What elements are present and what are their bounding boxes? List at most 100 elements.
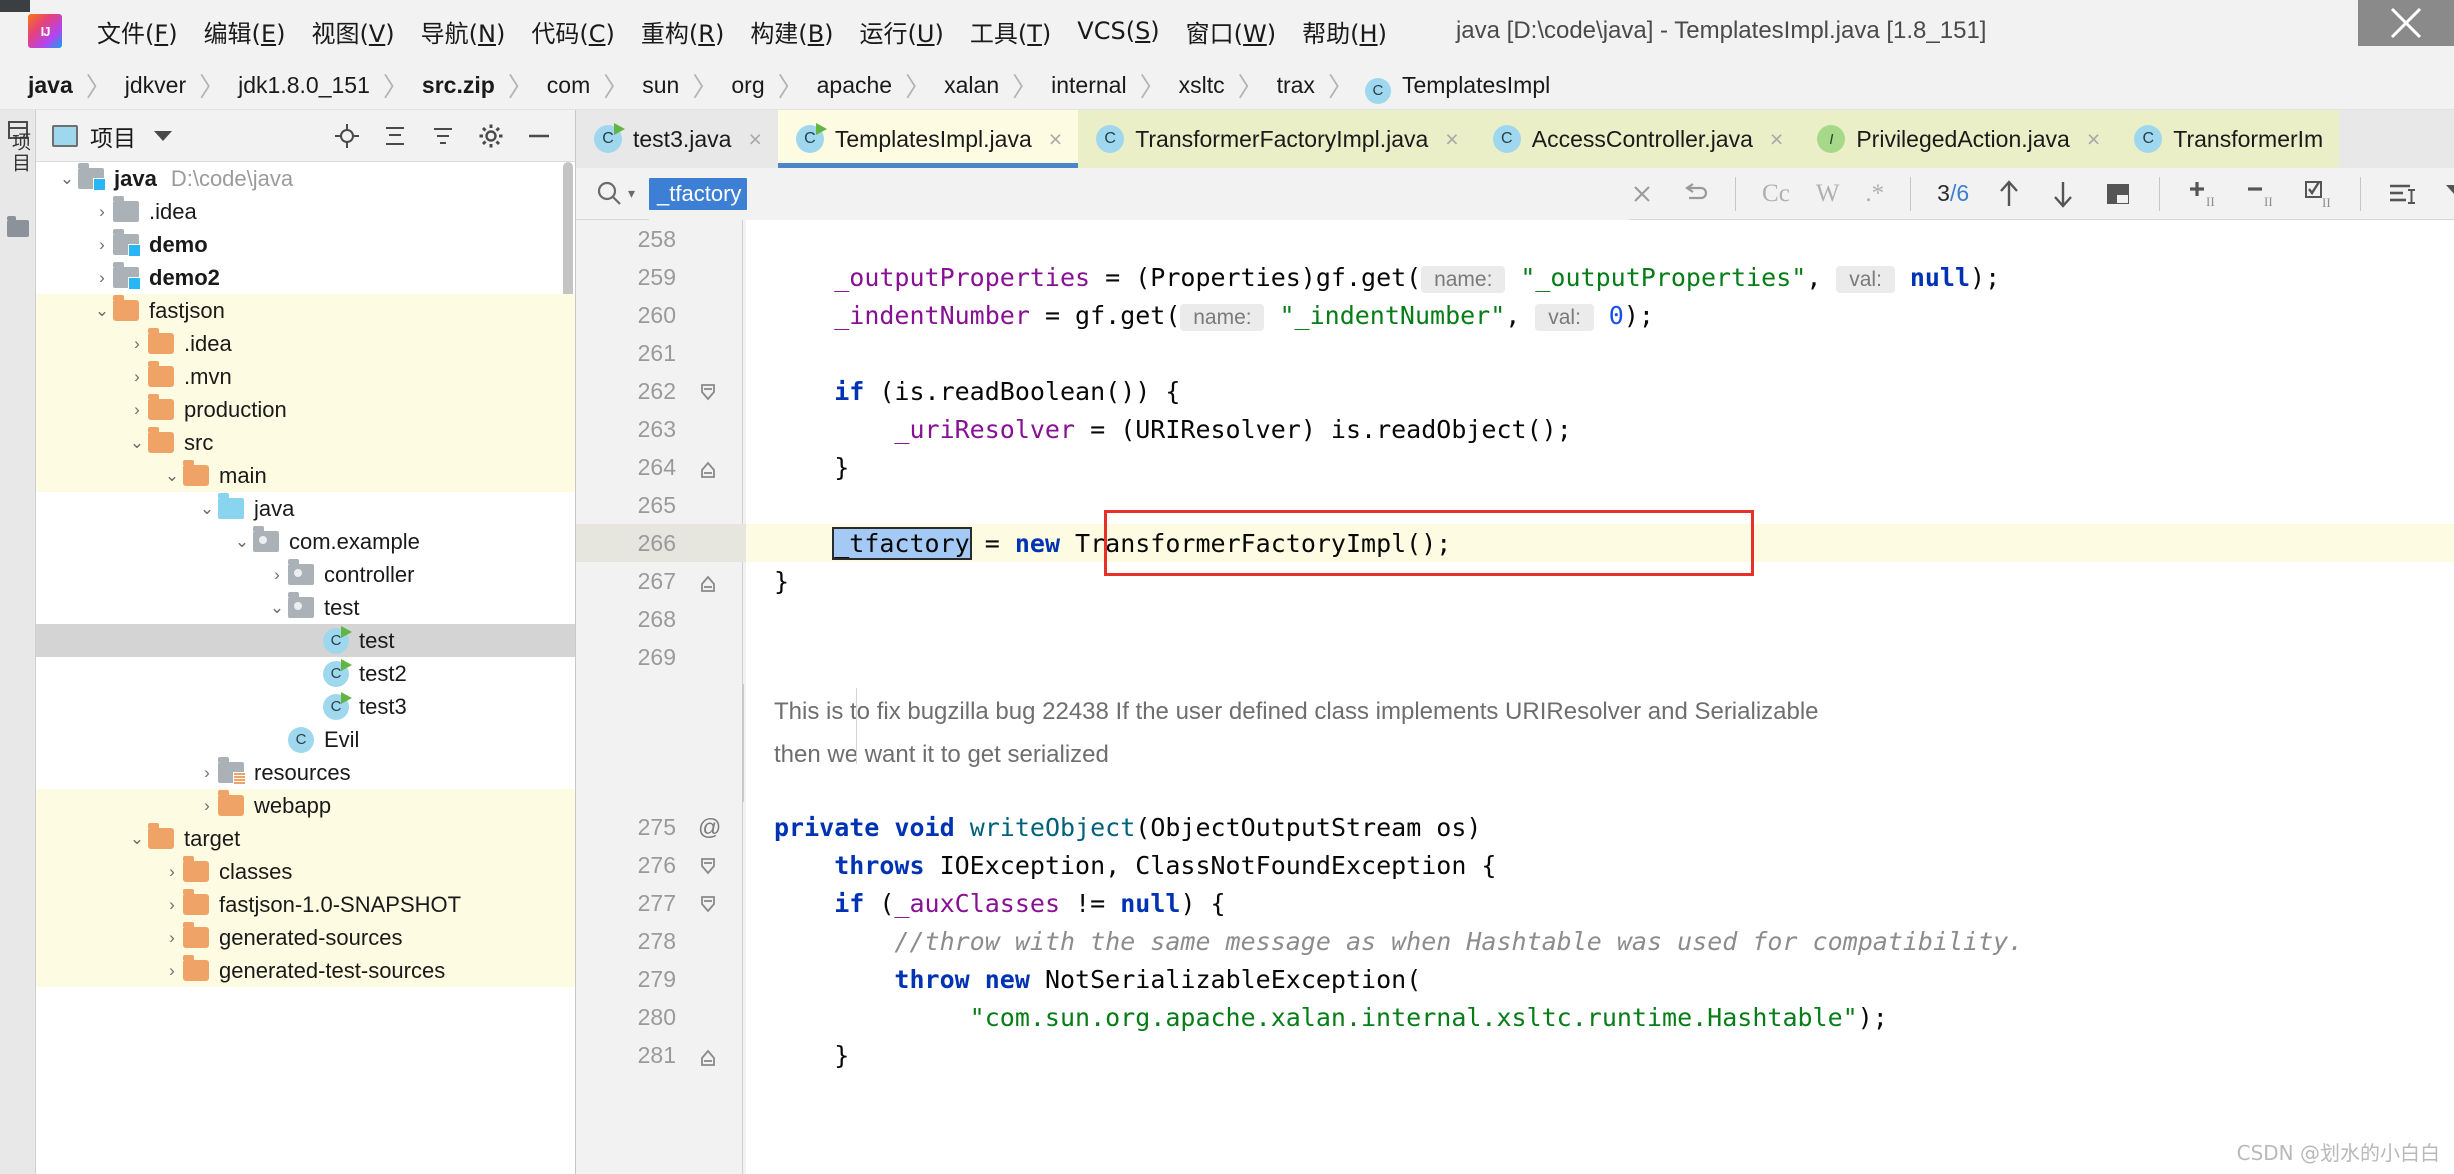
editor-tab-test3-java[interactable]: Ctest3.java × — [576, 110, 778, 168]
chevron-down-icon[interactable]: ⌄ — [91, 300, 113, 322]
code-line-266[interactable]: 266 _tfactory = new TransformerFactoryIm… — [576, 510, 2454, 576]
tree-node-src[interactable]: ⌄ src — [36, 426, 575, 459]
tree-node-java[interactable]: ⌄ java D:\code\java — [36, 162, 575, 195]
chevron-down-icon[interactable]: ⌄ — [196, 498, 218, 520]
editor-tab-accesscontroller-java[interactable]: C AccessController.java × — [1474, 110, 1800, 168]
chevron-right-icon[interactable]: › — [91, 267, 113, 289]
chevron-down-icon[interactable]: ⌄ — [126, 432, 148, 454]
code-line-279[interactable]: 279 throw new NotSerializableException( — [576, 960, 2454, 998]
menu-item-2[interactable]: 编辑(E) — [191, 10, 299, 53]
code-editor[interactable]: 258 259 _outputProperties = (Properties)g… — [576, 220, 2454, 1174]
chevron-down-icon[interactable]: ⌄ — [126, 828, 148, 850]
regex-toggle[interactable]: .* — [1865, 180, 1884, 208]
tree-node--idea[interactable]: › .idea — [36, 327, 575, 360]
editor-tab-transformerfactoryimpl-java[interactable]: C TransformerFactoryImpl.java × — [1078, 110, 1475, 168]
structure-tool-icon[interactable] — [7, 216, 29, 237]
tree-node-resources[interactable]: › resources — [36, 756, 575, 789]
breadcrumb-item-src-zip[interactable]: src.zip — [420, 72, 497, 99]
close-tab-icon[interactable]: × — [2087, 126, 2100, 153]
code-line-262[interactable]: 262 if (is.readBoolean()) { — [576, 372, 2454, 410]
tree-node-generated-test-sources[interactable]: › generated-test-sources — [36, 954, 575, 987]
code-line-277[interactable]: 277 if (_auxClasses != null) { — [576, 884, 2454, 922]
clear-search-button[interactable] — [1629, 181, 1655, 207]
chevron-down-icon[interactable] — [154, 130, 172, 141]
chevron-right-icon[interactable]: › — [126, 366, 148, 388]
menu-item-6[interactable]: 重构(R) — [628, 10, 737, 53]
remove-selection-button[interactable]: II — [2244, 178, 2276, 210]
tree-node-production[interactable]: › production — [36, 393, 575, 426]
tree-node-fastjson-1-0-snapshot[interactable]: › fastjson-1.0-SNAPSHOT — [36, 888, 575, 921]
menu-item-4[interactable]: 导航(N) — [408, 10, 519, 53]
tree-node-test[interactable]: Ctest — [36, 624, 575, 657]
locate-icon[interactable] — [333, 122, 361, 150]
breadcrumb-item-sun[interactable]: sun — [640, 72, 681, 99]
tree-node-webapp[interactable]: › webapp — [36, 789, 575, 822]
chevron-right-icon[interactable]: › — [196, 762, 218, 784]
breadcrumb-item-jdk1-8-0-151[interactable]: jdk1.8.0_151 — [236, 72, 372, 99]
tree-node-classes[interactable]: › classes — [36, 855, 575, 888]
previous-match-button[interactable] — [1995, 178, 2023, 210]
code-line-269[interactable]: 269 — [576, 638, 2454, 676]
code-line-275[interactable]: 275 @ private void writeObject(ObjectOutpu… — [576, 808, 2454, 846]
menu-item-8[interactable]: 运行(U) — [847, 10, 957, 53]
editor-tab-templatesimpl-java[interactable]: C TemplatesImpl.java × — [777, 110, 1079, 168]
menu-item-11[interactable]: 窗口(W) — [1173, 10, 1289, 53]
code-line-268[interactable]: 268 — [576, 600, 2454, 638]
menu-item-12[interactable]: 帮助(H) — [1289, 10, 1400, 53]
tree-node-main[interactable]: ⌄ main — [36, 459, 575, 492]
rail-vertical-label[interactable]: 项目 — [2, 132, 34, 174]
chevron-right-icon[interactable]: › — [161, 927, 183, 949]
add-selection-button[interactable]: II — [2186, 178, 2218, 210]
menu-item-9[interactable]: 工具(T) — [957, 10, 1064, 53]
tree-node-java[interactable]: ⌄ java — [36, 492, 575, 525]
code-line-263[interactable]: 263 _uriResolver = (URIResolver) is.read… — [576, 410, 2454, 448]
project-tree[interactable]: ⌄ java D:\code\java › .idea › demo › demo2 ⌄ fastj… — [36, 162, 575, 1174]
chevron-down-icon[interactable]: ⌄ — [161, 465, 183, 487]
breadcrumb-item-com[interactable]: com — [545, 72, 592, 99]
chevron-right-icon[interactable]: › — [91, 201, 113, 223]
menu-item-5[interactable]: 代码(C) — [518, 10, 628, 53]
hide-panel-icon[interactable] — [525, 122, 553, 150]
tree-node--idea[interactable]: › .idea — [36, 195, 575, 228]
breadcrumb-item-xsltc[interactable]: xsltc — [1177, 72, 1227, 99]
breadcrumb-item-internal[interactable]: internal — [1049, 72, 1128, 99]
code-line-276[interactable]: 276 throws IOException, ClassNotFoundExc… — [576, 846, 2454, 884]
tree-node--mvn[interactable]: › .mvn — [36, 360, 575, 393]
search-history-button[interactable] — [1681, 180, 1709, 208]
tree-node-test3[interactable]: Ctest3 — [36, 690, 575, 723]
tree-node-generated-sources[interactable]: › generated-sources — [36, 921, 575, 954]
search-input[interactable]: _tfactory — [649, 167, 1630, 220]
chevron-right-icon[interactable]: › — [161, 960, 183, 982]
code-line-267[interactable]: 267} — [576, 562, 2454, 600]
code-line-278[interactable]: 278 //throw with the same message as whe… — [576, 922, 2454, 960]
close-tab-icon[interactable]: × — [1049, 126, 1062, 153]
fold-collapse-icon[interactable] — [698, 855, 718, 875]
code-line-260[interactable]: 260 _indentNumber = gf.get( name: "_inde… — [576, 296, 2454, 334]
chevron-right-icon[interactable]: › — [266, 564, 288, 586]
fold-end-icon[interactable] — [698, 571, 718, 592]
in-comments-button[interactable] — [2387, 179, 2417, 209]
editor-tab-privilegedaction-java[interactable]: I PrivilegedAction.java × — [1799, 110, 2117, 168]
code-line-280[interactable]: 280 "com.sun.org.apache.xalan.internal.x… — [576, 998, 2454, 1036]
close-tab-icon[interactable]: × — [748, 126, 761, 153]
chevron-right-icon[interactable]: › — [161, 861, 183, 883]
next-match-button[interactable] — [2049, 178, 2077, 210]
fold-end-icon[interactable] — [698, 457, 718, 478]
tree-node-test[interactable]: ⌄ test — [36, 591, 575, 624]
select-all-occurrences-button[interactable]: II — [2302, 178, 2334, 210]
words-toggle[interactable]: W — [1816, 180, 1840, 208]
tree-node-demo[interactable]: › demo — [36, 228, 575, 261]
code-line-264[interactable]: 264 } — [576, 448, 2454, 486]
menu-item-1[interactable]: 文件(F) — [84, 10, 191, 53]
breadcrumb-item-java[interactable]: java — [26, 72, 75, 99]
menu-item-10[interactable]: VCS(S) — [1064, 13, 1172, 49]
tree-node-target[interactable]: ⌄ target — [36, 822, 575, 855]
collapse-all-icon[interactable] — [429, 122, 457, 150]
fold-collapse-icon[interactable] — [698, 381, 718, 401]
breadcrumb-item-jdkver[interactable]: jdkver — [123, 72, 188, 99]
chevron-right-icon[interactable]: › — [126, 399, 148, 421]
chevron-right-icon[interactable]: › — [161, 894, 183, 916]
breadcrumb-item-apache[interactable]: apache — [815, 72, 894, 99]
chevron-down-icon[interactable]: ⌄ — [56, 168, 78, 190]
chevron-down-icon[interactable]: ⌄ — [266, 597, 288, 619]
